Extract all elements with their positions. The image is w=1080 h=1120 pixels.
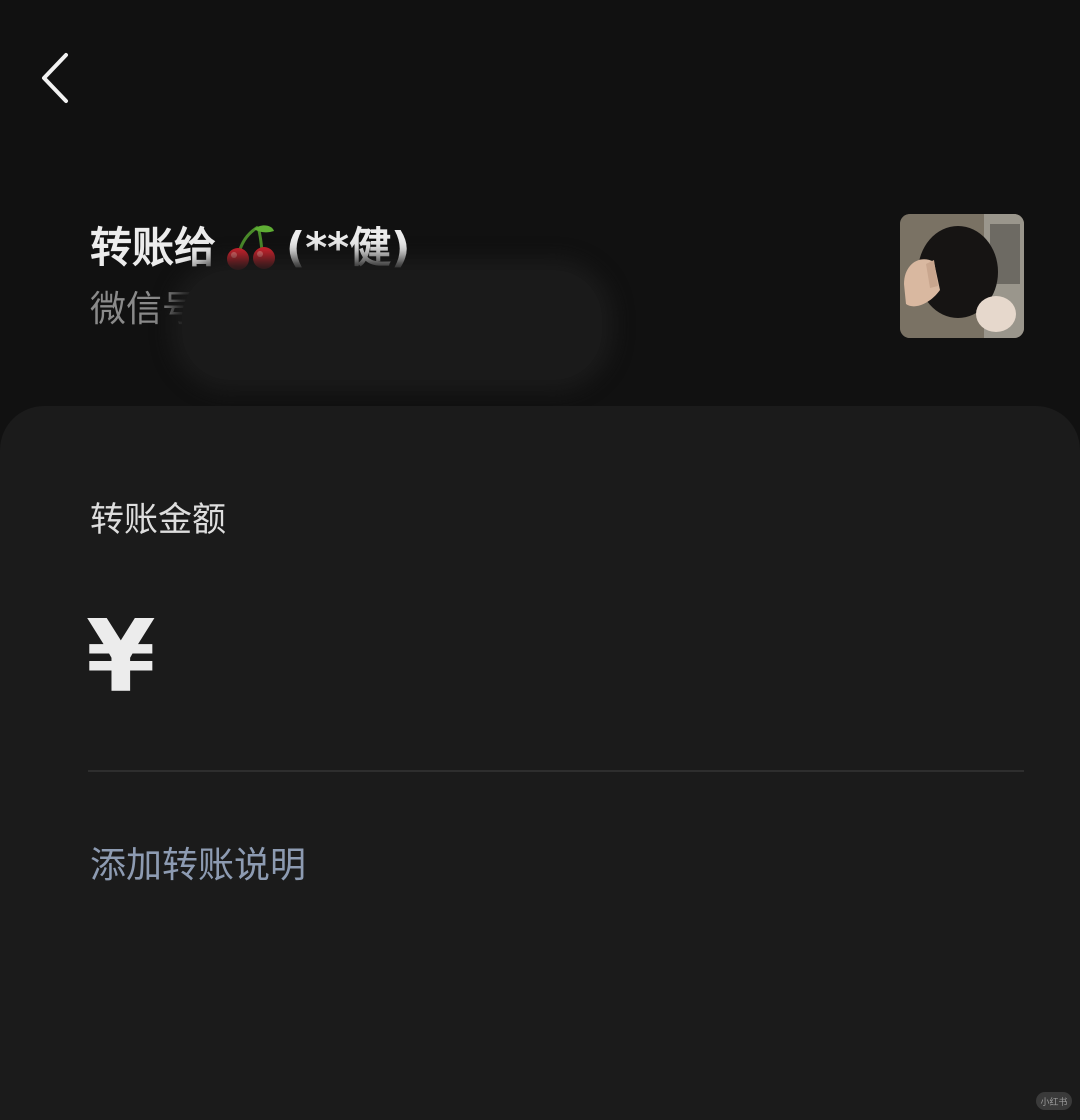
add-note-link[interactable]: 添加转账说明 xyxy=(90,842,306,890)
currency-symbol: ¥ xyxy=(86,598,156,715)
transfer-panel: 转账金额 ¥ 添加转账说明 xyxy=(0,406,1080,1120)
transfer-title: 转账给 (**健) xyxy=(90,218,1024,278)
recipient-avatar xyxy=(900,214,1024,338)
watermark: 小红书 xyxy=(1036,1092,1072,1110)
amount-divider xyxy=(88,770,1024,772)
back-button[interactable] xyxy=(30,48,80,108)
recipient-name: (**健) xyxy=(286,223,411,272)
redacted-wechat-id xyxy=(182,270,602,380)
amount-input[interactable] xyxy=(170,616,1000,706)
cherry-icon xyxy=(227,225,276,270)
recipient-header: 转账给 (**健) 微信号 xyxy=(90,214,1024,380)
chevron-left-icon xyxy=(42,53,68,103)
amount-label: 转账金额 xyxy=(90,500,226,540)
avatar-photo xyxy=(900,214,1024,338)
wechat-id-row: 微信号 xyxy=(90,270,1024,380)
transfer-prefix: 转账给 xyxy=(90,223,217,272)
